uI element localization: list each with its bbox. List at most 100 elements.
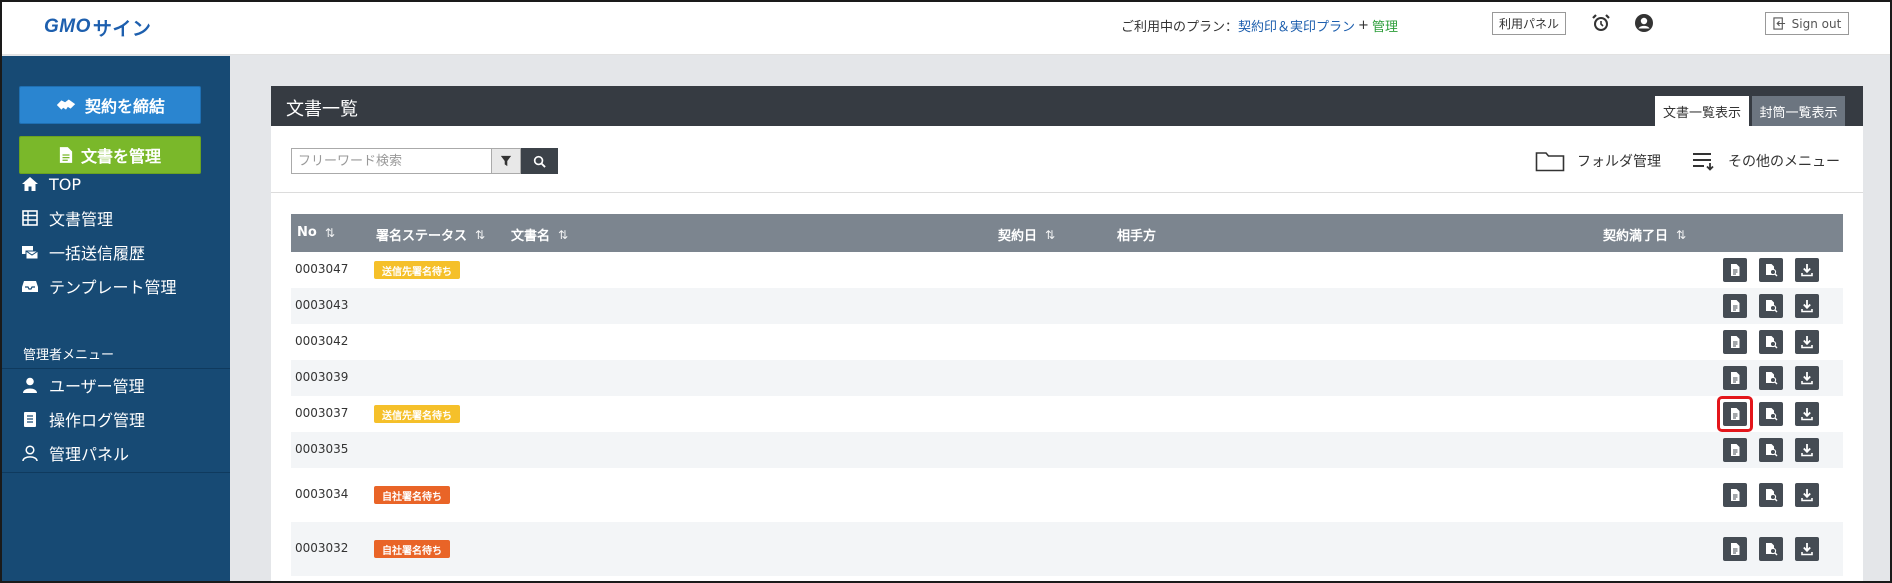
view-document-button[interactable] <box>1723 366 1747 390</box>
document-search-icon <box>1764 443 1778 457</box>
download-button[interactable] <box>1795 438 1819 462</box>
download-button[interactable] <box>1795 402 1819 426</box>
plan-prefix: ご利用中のプラン： <box>1121 19 1239 35</box>
row-actions <box>1723 537 1819 561</box>
contract-button-label: 契約を締結 <box>84 97 165 116</box>
download-icon <box>1800 299 1814 313</box>
document-number: 0003042 <box>295 334 349 348</box>
docs-button[interactable]: 文書を管理 <box>19 136 201 174</box>
sort-icon: ⇅ <box>558 227 569 242</box>
docs-button-label: 文書を管理 <box>80 147 161 166</box>
tab-document-list[interactable]: 文書一覧表示 <box>1655 96 1749 126</box>
gmo-sign-logo[interactable]: GMO サイン <box>44 15 152 40</box>
view-document-button[interactable] <box>1723 330 1747 354</box>
column-header-no[interactable]: No ⇅ <box>297 225 335 240</box>
table-row[interactable]: 0003042 <box>291 324 1843 360</box>
preview-document-button[interactable] <box>1759 258 1783 282</box>
other-menu-link[interactable]: その他のメニュー <box>1692 147 1840 175</box>
download-button[interactable] <box>1795 330 1819 354</box>
table-row[interactable]: 0003047 送信先署名待ち <box>291 252 1843 288</box>
search-button[interactable] <box>521 148 558 174</box>
sign-out-button[interactable]: Sign out <box>1765 12 1849 35</box>
view-document-button[interactable] <box>1723 483 1747 507</box>
column-header-contract-date[interactable]: 契約日 ⇅ <box>998 225 1055 245</box>
download-button[interactable] <box>1795 366 1819 390</box>
table-header: No ⇅ 署名ステータス ⇅ 文書名 ⇅ 契約日 ⇅ 相手方 契約満了日 ⇅ <box>291 214 1843 252</box>
folder-management-link[interactable]: フォルダ管理 <box>1535 147 1661 175</box>
preview-document-button[interactable] <box>1759 294 1783 318</box>
status-badge: 送信先署名待ち <box>374 261 460 279</box>
row-actions <box>1723 330 1819 354</box>
sidebar-item-top[interactable]: TOP <box>21 171 81 197</box>
preview-document-button[interactable] <box>1759 537 1783 561</box>
sidebar-item-op-logs[interactable]: 操作ログ管理 <box>21 406 145 432</box>
preview-document-button[interactable] <box>1759 402 1783 426</box>
contract-button[interactable]: 契約を締結 <box>19 86 201 124</box>
download-button[interactable] <box>1795 537 1819 561</box>
download-icon <box>1800 488 1814 502</box>
column-header-status[interactable]: 署名ステータス ⇅ <box>376 225 485 245</box>
list-menu-icon <box>1693 153 1714 171</box>
preview-document-button[interactable] <box>1759 366 1783 390</box>
sort-icon: ⇅ <box>1676 227 1687 242</box>
column-header-doc-name[interactable]: 文書名 ⇅ <box>511 225 569 245</box>
sidebar-item-label: 管理パネル <box>49 445 130 464</box>
documents-table: No ⇅ 署名ステータス ⇅ 文書名 ⇅ 契約日 ⇅ 相手方 契約満了日 ⇅ 0… <box>291 214 1843 576</box>
document-search-icon <box>1764 263 1778 277</box>
status-badge: 自社署名待ち <box>374 486 450 504</box>
view-document-button[interactable] <box>1723 294 1747 318</box>
view-document-button[interactable] <box>1723 537 1747 561</box>
usage-panel-button[interactable]: 利用パネル <box>1492 12 1567 35</box>
preview-document-button[interactable] <box>1759 483 1783 507</box>
bulk-send-icon <box>22 246 39 260</box>
alarm-clock-icon[interactable] <box>1591 13 1611 33</box>
sidebar-bottom-divider <box>2 472 230 473</box>
sidebar-item-user-admin[interactable]: ユーザー管理 <box>21 372 145 398</box>
view-document-button[interactable] <box>1723 438 1747 462</box>
column-label: No <box>297 225 317 240</box>
sidebar-item-bulk-send[interactable]: 一括送信履歴 <box>21 239 145 265</box>
table-row[interactable]: 0003032 自社署名待ち <box>291 522 1843 576</box>
search-icon <box>533 155 546 168</box>
status-badge: 自社署名待ち <box>374 540 450 558</box>
table-icon <box>22 210 38 226</box>
highlight-marker <box>1717 396 1753 432</box>
view-document-button[interactable] <box>1723 258 1747 282</box>
user-account-icon[interactable] <box>1634 13 1654 33</box>
filter-button[interactable] <box>491 148 521 174</box>
tab-envelope-list[interactable]: 封筒一覧表示 <box>1752 96 1845 126</box>
search-bar <box>291 148 558 174</box>
search-input[interactable] <box>291 148 491 174</box>
table-row[interactable]: 0003034 自社署名待ち <box>291 468 1843 522</box>
view-document-button[interactable] <box>1717 396 1753 432</box>
row-actions <box>1723 483 1819 507</box>
document-number: 0003047 <box>295 262 349 276</box>
download-button[interactable] <box>1795 294 1819 318</box>
folder-icon <box>1535 152 1565 172</box>
table-row[interactable]: 0003039 <box>291 360 1843 396</box>
plan-name-link[interactable]: 契約印＆実印プラン <box>1238 16 1355 35</box>
logo-sign-text: サイン <box>92 18 152 40</box>
plan-admin-link[interactable]: 管理 <box>1372 16 1398 35</box>
sidebar-item-documents[interactable]: 文書管理 <box>21 205 113 231</box>
column-label: 文書名 <box>511 229 551 244</box>
other-menu-label: その他のメニュー <box>1728 154 1840 170</box>
preview-document-button[interactable] <box>1759 330 1783 354</box>
download-icon <box>1800 542 1814 556</box>
table-row[interactable]: 0003037 送信先署名待ち <box>291 396 1843 432</box>
preview-document-button[interactable] <box>1759 438 1783 462</box>
sidebar-item-admin-panel[interactable]: 管理パネル <box>21 440 129 466</box>
column-header-end-date[interactable]: 契約満了日 ⇅ <box>1603 225 1687 245</box>
plan-plus: + <box>1358 17 1369 33</box>
sign-out-icon <box>1773 17 1785 30</box>
document-icon <box>1728 443 1742 457</box>
column-label: 契約日 <box>998 229 1038 244</box>
download-icon <box>1800 263 1814 277</box>
table-row[interactable]: 0003043 <box>291 288 1843 324</box>
download-icon <box>1800 335 1814 349</box>
sidebar-item-label: TOP <box>49 174 82 194</box>
download-button[interactable] <box>1795 483 1819 507</box>
sidebar-item-templates[interactable]: テンプレート管理 <box>21 273 177 299</box>
download-button[interactable] <box>1795 258 1819 282</box>
table-row[interactable]: 0003035 <box>291 432 1843 468</box>
